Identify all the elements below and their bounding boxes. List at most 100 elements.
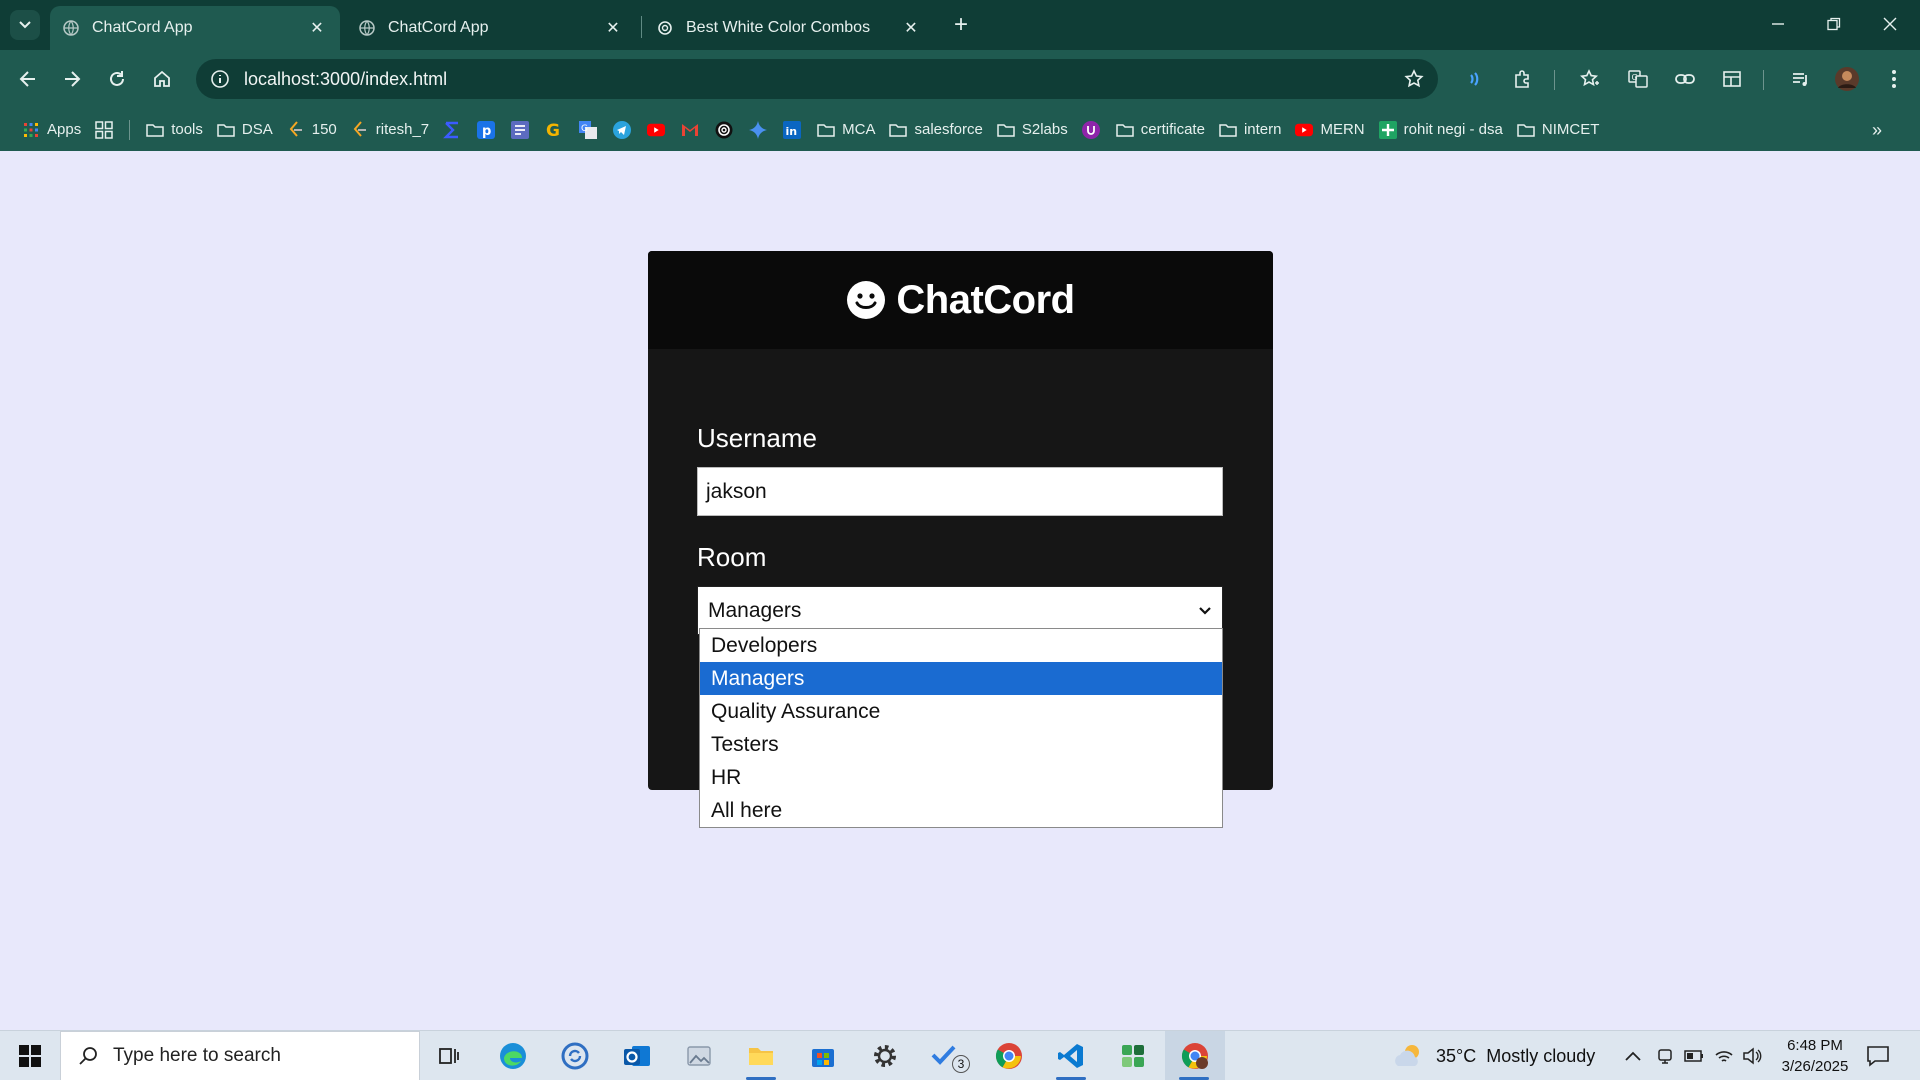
store-icon [812, 1049, 834, 1067]
extensions-icon[interactable] [1508, 64, 1538, 94]
bookmark-sigma[interactable] [443, 115, 461, 145]
tray-overflow-button[interactable] [1624, 1031, 1642, 1080]
media-control-icon[interactable] [1786, 64, 1816, 94]
bookmark-mern[interactable]: MERN [1295, 115, 1365, 145]
volume-icon [1743, 1047, 1762, 1065]
back-button[interactable] [12, 63, 44, 95]
tab-color-combos[interactable]: Best White Color Combos ✕ [644, 6, 934, 50]
p-app-icon: p [477, 120, 496, 139]
link-icon[interactable] [1670, 64, 1700, 94]
weather-widget[interactable]: 35°C Mostly cloudy [1392, 1031, 1595, 1080]
reload-button[interactable] [101, 63, 133, 95]
bookmark-apps[interactable]: Apps [22, 115, 81, 145]
bookmark-star-icon[interactable] [1402, 67, 1426, 91]
bookmark-certificate[interactable]: certificate [1115, 115, 1205, 145]
room-dropdown-list[interactable]: Developers Managers Quality Assurance Te… [699, 628, 1223, 828]
room-option-hr[interactable]: HR [700, 761, 1222, 794]
tab-groups-icon [95, 120, 113, 139]
username-value: jakson [706, 479, 767, 503]
taskbar-settings[interactable] [856, 1031, 914, 1080]
bookmark-tools[interactable]: tools [146, 115, 203, 145]
bookmark-openai[interactable] [715, 115, 733, 145]
bookmark-ritesh[interactable]: ritesh_7 [351, 115, 429, 145]
read-aloud-icon[interactable] [1461, 64, 1491, 94]
taskbar-file-explorer[interactable] [732, 1031, 790, 1080]
clock-time: 6:48 PM [1787, 1037, 1843, 1054]
site-info-icon[interactable] [210, 69, 230, 89]
taskbar-chrome-active[interactable] [1165, 1031, 1225, 1080]
outlook-icon [624, 1046, 650, 1066]
translate-icon[interactable]: G [1623, 64, 1653, 94]
close-window-button[interactable] [1862, 0, 1918, 48]
tab-search-button[interactable] [10, 10, 40, 40]
address-bar[interactable]: localhost:3000/index.html [196, 59, 1438, 99]
chrome-icon [995, 1043, 1022, 1069]
chrome-profile-icon [1181, 1043, 1208, 1069]
taskbar-todo[interactable]: 3 [918, 1031, 976, 1080]
taskbar-vscode[interactable] [1042, 1031, 1100, 1080]
close-icon[interactable]: ✕ [306, 17, 328, 39]
restore-button[interactable] [1806, 0, 1862, 48]
tray-battery[interactable] [1684, 1031, 1704, 1080]
bookmark-salesforce[interactable]: salesforce [889, 115, 983, 145]
tray-volume[interactable] [1742, 1031, 1762, 1080]
bookmark-translate[interactable]: G [579, 115, 598, 145]
profile-avatar[interactable] [1832, 64, 1862, 94]
taskbar-clock[interactable]: 6:48 PM 3/26/2025 [1775, 1035, 1855, 1077]
more-bookmarks-button[interactable]: » [1862, 115, 1892, 145]
new-tab-button[interactable]: + [946, 10, 976, 40]
taskbar-photos[interactable] [670, 1031, 728, 1080]
tab-chatcord-1[interactable]: ChatCord App ✕ [50, 6, 340, 50]
taskbar-green-app[interactable] [1104, 1031, 1162, 1080]
bookmark-gemini[interactable] [749, 115, 768, 145]
gemini-icon [749, 120, 768, 139]
bookmark-p-app[interactable]: p [477, 115, 496, 145]
task-view-button[interactable] [420, 1031, 478, 1080]
bookmark-telegram[interactable] [613, 115, 632, 145]
bookmark-purple-app[interactable] [1081, 115, 1100, 145]
bookmark-rohit-negi[interactable]: rohit negi - dsa [1378, 115, 1503, 145]
taskbar-edge[interactable] [484, 1031, 542, 1080]
bookmark-dsa[interactable]: DSA [217, 115, 273, 145]
close-icon [1883, 17, 1897, 31]
notification-center-button[interactable] [1866, 1031, 1890, 1080]
close-icon[interactable]: ✕ [900, 17, 922, 39]
room-option-all-here[interactable]: All here [700, 794, 1222, 827]
close-icon[interactable]: ✕ [602, 17, 624, 39]
bookmark-gmail[interactable] [681, 115, 699, 145]
room-option-testers[interactable]: Testers [700, 728, 1222, 761]
forward-button[interactable] [56, 63, 88, 95]
minimize-icon [1772, 23, 1784, 25]
room-option-managers[interactable]: Managers [700, 662, 1222, 695]
room-option-developers[interactable]: Developers [700, 629, 1222, 662]
favorites-icon[interactable] [1575, 64, 1605, 94]
tray-meet-now[interactable] [1656, 1031, 1674, 1080]
taskbar-store[interactable] [794, 1031, 852, 1080]
sidebar-panel-icon[interactable] [1717, 64, 1747, 94]
taskbar-search-box[interactable]: Type here to search [60, 1031, 420, 1080]
bookmark-youtube[interactable] [647, 115, 666, 145]
taskbar-sync-app[interactable] [546, 1031, 604, 1080]
bookmark-nimcet[interactable]: NIMCET [1517, 115, 1599, 145]
bookmark-forms[interactable] [511, 115, 530, 145]
bookmark-tab-groups[interactable] [95, 115, 113, 145]
taskbar-outlook[interactable] [608, 1031, 666, 1080]
bookmark-mca[interactable]: MCA [817, 115, 875, 145]
username-input[interactable]: jakson [697, 467, 1223, 516]
bookmark-s2labs[interactable]: S2labs [997, 115, 1068, 145]
tray-wifi[interactable] [1714, 1031, 1734, 1080]
more-menu-icon[interactable] [1879, 64, 1909, 94]
room-option-quality-assurance[interactable]: Quality Assurance [700, 695, 1222, 728]
taskbar-chrome[interactable] [980, 1031, 1038, 1080]
bookmark-linkedin[interactable]: in [783, 115, 802, 145]
bookmark-intern[interactable]: intern [1219, 115, 1281, 145]
apps-grid-icon [22, 121, 40, 139]
bookmark-google[interactable]: G [545, 115, 563, 145]
tab-chatcord-2[interactable]: ChatCord App ✕ [346, 6, 636, 50]
arrow-right-icon [65, 71, 81, 87]
home-button[interactable] [146, 63, 178, 95]
start-button[interactable] [10, 1031, 50, 1080]
minimize-button[interactable] [1750, 0, 1806, 48]
todo-badge: 3 [952, 1055, 970, 1073]
bookmark-150[interactable]: 150 [287, 115, 337, 145]
